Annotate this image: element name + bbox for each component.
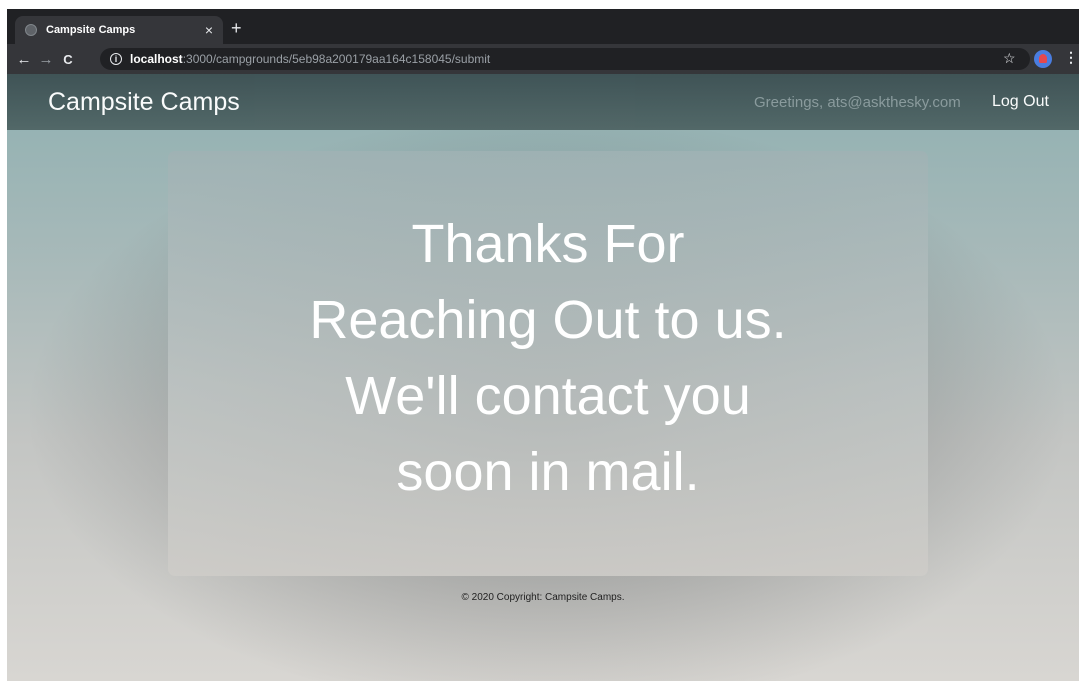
url-host: localhost (130, 52, 183, 66)
page-content: Campsite Camps Greetings, ats@askthesky.… (7, 74, 1079, 681)
site-brand-link[interactable]: Campsite Camps (48, 88, 240, 117)
reload-icon[interactable]: C (57, 52, 79, 67)
message-line: Reaching Out to us. (309, 290, 787, 350)
kebab-menu-icon[interactable]: ⋮ (1064, 49, 1078, 66)
thank-you-card: Thanks For Reaching Out to us. We'll con… (168, 151, 928, 576)
url-path: :3000/campgrounds/5eb98a200179aa164c1580… (182, 52, 491, 66)
forward-arrow-icon[interactable]: → (35, 51, 57, 68)
tab-strip: Campsite Camps × + (7, 9, 1079, 44)
message-line: soon in mail. (396, 442, 700, 502)
url-text: localhost:3000/campgrounds/5eb98a200179a… (130, 52, 490, 66)
logout-link[interactable]: Log Out (992, 93, 1049, 111)
thank-you-message: Thanks For Reaching Out to us. We'll con… (168, 206, 928, 510)
message-line: Thanks For (411, 214, 685, 274)
tab-title: Campsite Camps (46, 24, 136, 36)
plus-icon[interactable]: + (231, 18, 242, 38)
info-icon[interactable]: i (110, 53, 122, 65)
globe-icon (25, 24, 37, 36)
browser-toolbar: ← → C i localhost:3000/campgrounds/5eb98… (7, 44, 1079, 74)
profile-avatar[interactable] (1034, 50, 1052, 68)
close-icon[interactable]: × (205, 23, 213, 37)
address-bar[interactable]: i localhost:3000/campgrounds/5eb98a20017… (100, 48, 1030, 70)
site-navbar: Campsite Camps Greetings, ats@askthesky.… (7, 74, 1079, 130)
copyright-footer: © 2020 Copyright: Campsite Camps. (461, 592, 625, 603)
user-greeting: Greetings, ats@askthesky.com (754, 94, 961, 111)
star-icon[interactable]: ☆ (1003, 50, 1016, 67)
back-arrow-icon[interactable]: ← (13, 51, 35, 68)
browser-window: Campsite Camps × + ← → C i localhost:300… (7, 9, 1079, 681)
message-line: We'll contact you (345, 366, 751, 426)
browser-tab[interactable]: Campsite Camps × (15, 16, 223, 44)
